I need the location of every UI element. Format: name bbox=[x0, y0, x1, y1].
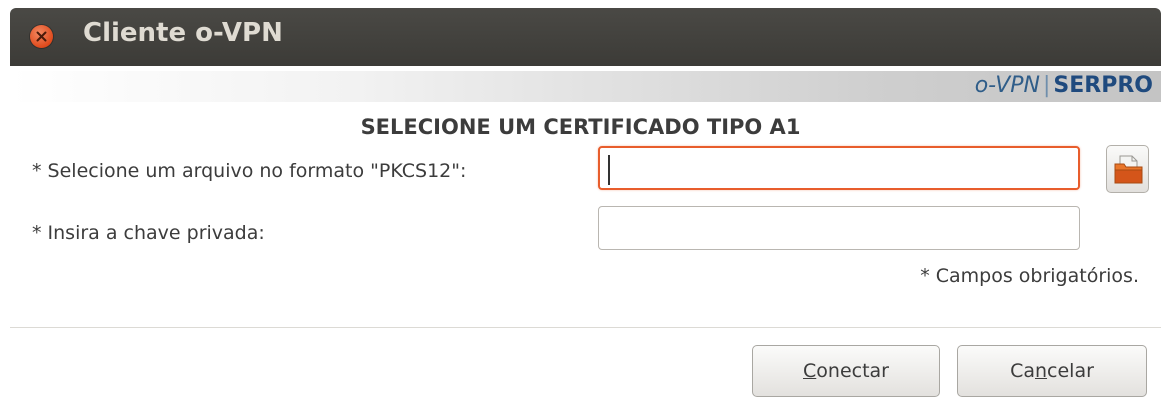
browse-button[interactable] bbox=[1106, 145, 1149, 193]
cancel-label-start: Ca bbox=[1010, 360, 1035, 382]
required-fields-note: * Campos obrigatórios. bbox=[920, 265, 1139, 287]
form-heading: SELECIONE UM CERTIFICADO TIPO A1 bbox=[360, 115, 801, 139]
window-title: Cliente o-VPN bbox=[83, 18, 283, 48]
connect-button[interactable]: Conectar bbox=[752, 345, 940, 397]
brand-logo: o-VPN | SERPRO bbox=[975, 73, 1153, 98]
brand-banner: o-VPN | SERPRO bbox=[10, 71, 1161, 102]
close-icon[interactable] bbox=[30, 25, 53, 48]
cancel-button[interactable]: Cancelar bbox=[957, 345, 1147, 397]
file-path-input[interactable] bbox=[598, 146, 1080, 190]
brand-separator: | bbox=[1042, 73, 1051, 98]
connect-label: onectar bbox=[816, 360, 889, 382]
cancel-label-end: celar bbox=[1047, 360, 1094, 382]
text-caret bbox=[608, 155, 610, 185]
file-label: * Selecione um arquivo no formato "PKCS1… bbox=[32, 160, 467, 182]
divider bbox=[10, 327, 1161, 328]
brand-ovpn: o-VPN bbox=[974, 73, 1040, 98]
private-key-input[interactable] bbox=[598, 206, 1080, 250]
cancel-mnemonic: n bbox=[1035, 360, 1048, 382]
folder-icon bbox=[1114, 155, 1143, 184]
key-label: * Insira a chave privada: bbox=[32, 222, 265, 244]
window-titlebar: Cliente o-VPN bbox=[10, 8, 1161, 66]
brand-serpro: SERPRO bbox=[1053, 73, 1153, 98]
connect-mnemonic: C bbox=[803, 360, 817, 382]
